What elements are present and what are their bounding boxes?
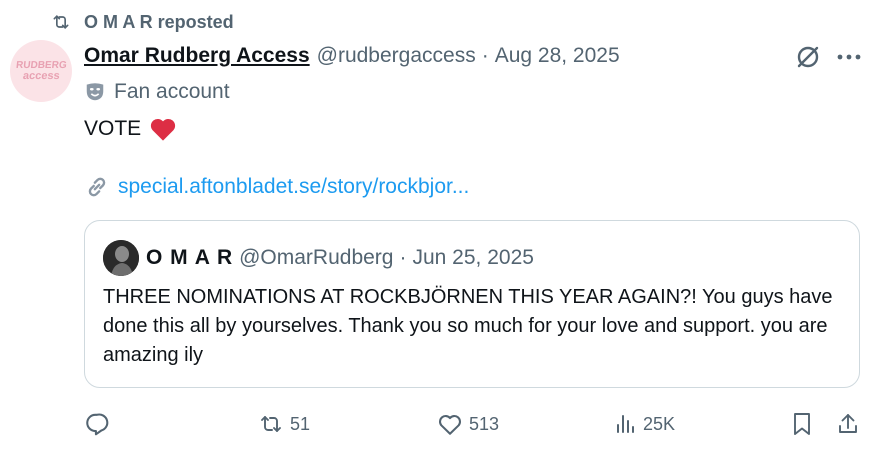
share-button[interactable]: [836, 408, 860, 440]
post-body: VOTE: [84, 114, 177, 144]
like-count: 513: [469, 413, 500, 434]
grok-button[interactable]: [793, 42, 823, 72]
link-icon: [84, 174, 110, 200]
quoted-author-avatar[interactable]: [103, 240, 139, 276]
repost-count: 51: [290, 413, 311, 434]
theater-mask-icon: [84, 81, 106, 103]
quoted-post-header: O M A R @OmarRudberg · Jun 25, 2025: [146, 243, 534, 273]
bookmark-icon: [790, 411, 814, 437]
separator-dot: ·: [399, 246, 407, 269]
more-icon: [837, 54, 861, 60]
post-date[interactable]: Aug 28, 2025: [495, 44, 620, 68]
post-header: Omar Rudberg Access @rudbergaccess · Aug…: [84, 42, 620, 70]
quoted-post-text: THREE NOMINATIONS AT ROCKBJÖRNEN THIS YE…: [103, 286, 833, 366]
like-icon: [437, 412, 463, 436]
quoted-post-date[interactable]: Jun 25, 2025: [412, 246, 533, 270]
bookmark-button[interactable]: [790, 408, 814, 440]
quoted-author-name[interactable]: O M A R: [146, 246, 233, 270]
views-count: 25K: [643, 413, 676, 434]
author-avatar[interactable]: RUDBERG access: [10, 40, 72, 102]
repost-button[interactable]: 51: [258, 408, 310, 440]
separator-dot: ·: [481, 44, 489, 67]
repost-indicator: O M A R reposted: [50, 10, 234, 34]
grok-icon: [793, 42, 823, 72]
quoted-author-handle[interactable]: @OmarRudberg: [239, 246, 393, 270]
repost-text[interactable]: O M A R reposted: [84, 12, 234, 33]
account-label: Fan account: [84, 78, 230, 106]
account-label-text: Fan account: [114, 80, 230, 103]
post-body-text: VOTE: [84, 117, 142, 140]
like-button[interactable]: 513: [437, 408, 499, 440]
author-name[interactable]: Omar Rudberg Access: [84, 44, 310, 68]
views-icon: [613, 412, 637, 436]
link-row[interactable]: special.aftonbladet.se/story/rockbjor...: [84, 172, 469, 202]
repost-icon: [50, 12, 72, 32]
author-handle[interactable]: @rudbergaccess: [317, 44, 476, 68]
heart-emoji-icon: [149, 116, 177, 142]
post-link[interactable]: special.aftonbladet.se/story/rockbjor...: [118, 175, 469, 199]
share-icon: [836, 411, 860, 437]
more-options-button[interactable]: [834, 42, 864, 72]
views-button[interactable]: 25K: [613, 408, 675, 440]
reply-button[interactable]: [84, 408, 110, 440]
avatar-text-line2: access: [22, 70, 60, 82]
reply-icon: [84, 411, 110, 437]
quoted-post[interactable]: O M A R @OmarRudberg · Jun 25, 2025 THRE…: [84, 220, 860, 388]
repost-icon: [258, 412, 284, 436]
